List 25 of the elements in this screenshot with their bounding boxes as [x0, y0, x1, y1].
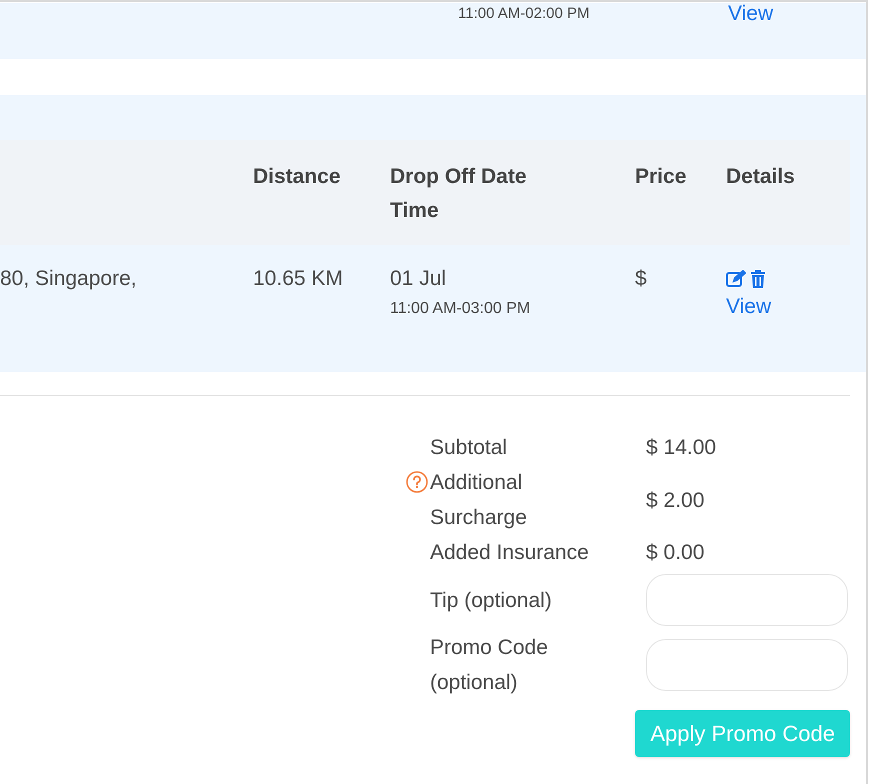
date-cell-text: 01 Jul — [390, 266, 446, 292]
time-cell-text: 11:00 AM-03:00 PM — [390, 299, 530, 319]
view-link[interactable]: View — [726, 293, 772, 321]
price-cell: $ — [635, 267, 647, 290]
column-header: Drop Off Date Time — [390, 164, 528, 224]
input-field[interactable] — [646, 574, 848, 626]
summary-value: $ 0.00 — [646, 540, 704, 566]
input-field[interactable] — [646, 639, 848, 691]
column-header: Details — [726, 164, 795, 190]
summary-label: Subtotal — [430, 435, 508, 461]
edit-icon[interactable] — [726, 270, 746, 288]
help-icon[interactable] — [406, 471, 428, 493]
field-label: Tip (optional) — [430, 588, 552, 614]
distance-cell: 10.65 KM — [253, 267, 343, 290]
column-header: Distance — [253, 164, 341, 190]
summary-label: Additional Surcharge — [430, 470, 528, 531]
field-label: Promo Code (optional) — [430, 635, 549, 696]
view-link[interactable]: View — [728, 3, 774, 24]
address-cell: 80, Singapore, — [0, 267, 137, 290]
column-header: Price — [635, 164, 686, 190]
summary-value: $ 14.00 — [646, 435, 716, 461]
summary-label: Added Insurance — [430, 540, 589, 566]
time-text: 11:00 AM-02:00 PM — [458, 4, 590, 24]
summary-value: $ 2.00 — [646, 488, 704, 514]
trash-icon[interactable] — [750, 270, 766, 288]
